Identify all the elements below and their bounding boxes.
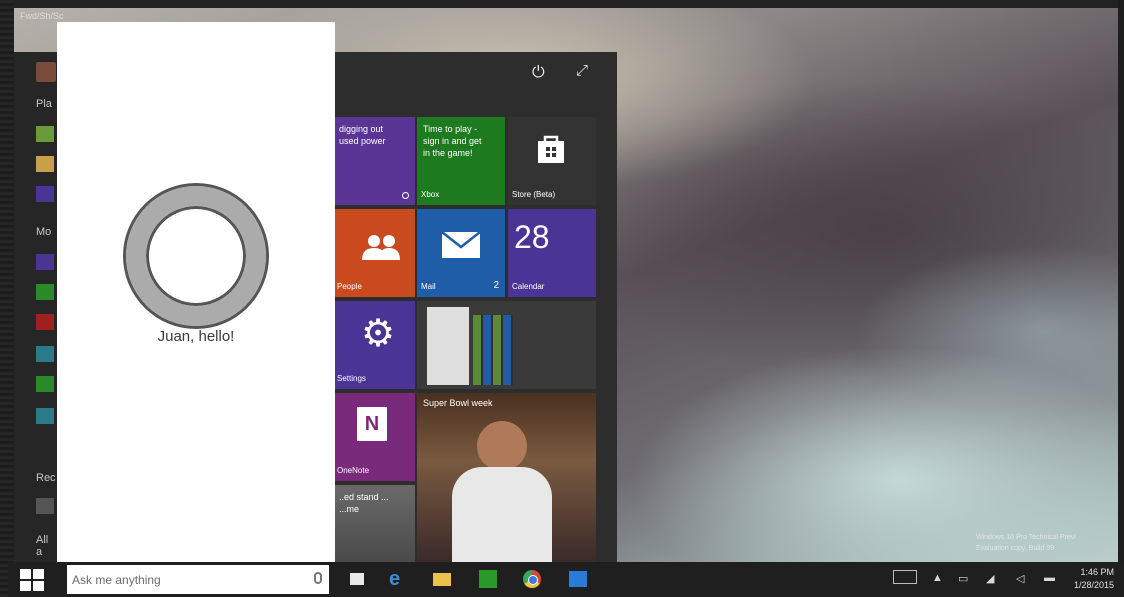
tile-settings-label: Settings [337, 374, 366, 383]
sidebar-item-app-4[interactable] [36, 346, 54, 362]
sidebar-item-app-6[interactable] [36, 408, 54, 424]
section-places-label: Pla [36, 98, 52, 110]
task-view-icon[interactable] [348, 569, 368, 589]
tile-onenote-label: OneNote [337, 466, 370, 475]
file-explorer-icon[interactable] [432, 569, 452, 589]
start-button[interactable] [20, 568, 46, 592]
tile-news[interactable]: digging out used power [333, 117, 415, 205]
chrome-icon[interactable] [522, 569, 542, 589]
photo-person-body [452, 467, 552, 562]
search-input[interactable]: Ask me anything [67, 565, 329, 594]
section-most-used-label: Mo [36, 226, 52, 238]
section-recent-label: Rec [36, 472, 56, 484]
watermark-line-2: Evaluation copy. Build 99 [976, 545, 1055, 552]
tile-xbox[interactable]: Time to play - sign in and get in the ga… [417, 117, 505, 205]
expand-icon[interactable]: ⤢ [576, 62, 588, 79]
power-icon[interactable]: ⏻ [532, 64, 545, 82]
tile-people-label: People [337, 282, 362, 291]
tile-xbox-text: Time to play - sign in and get in the ga… [423, 124, 482, 158]
battery-icon[interactable]: ▭ [958, 572, 968, 585]
taskbar: Ask me anything e ▲ ▭ ◢ ◁ ▬ 1:46 PM 1/28… [8, 562, 1124, 597]
cortana-icon [126, 186, 266, 326]
all-apps-link[interactable]: All a [36, 534, 57, 558]
tile-calendar[interactable]: 28 Calendar [508, 209, 596, 297]
action-center-icon[interactable]: ▬ [1044, 572, 1055, 584]
sidebar-item-app-5[interactable] [36, 376, 54, 392]
store-app-icon[interactable] [478, 569, 498, 589]
tile-settings[interactable]: ⚙ Settings [333, 301, 415, 389]
watermark-line-1: Windows 10 Pro Technical Previ [976, 534, 1076, 541]
onenote-icon: N [357, 407, 387, 441]
window-frame-left [0, 0, 14, 597]
clock[interactable]: 1:46 PM 1/28/2015 [1074, 566, 1114, 592]
mail-app-icon[interactable] [568, 569, 588, 589]
window-frame-top [0, 0, 1124, 8]
tile-store[interactable]: Store (Beta) [508, 117, 596, 205]
tile-desktop-preview[interactable] [417, 301, 596, 389]
network-icon[interactable]: ◢ [986, 572, 994, 585]
tile-superbowl-label: Super Bowl week [423, 398, 493, 408]
tile-photo[interactable]: ..ed stand ... ...me [333, 485, 415, 562]
windows-logo-icon [20, 569, 31, 579]
preview-tiles [473, 315, 513, 385]
ie-browser-icon[interactable]: e [389, 569, 409, 589]
sidebar-item-recent[interactable] [36, 498, 54, 514]
keyboard-icon[interactable] [893, 570, 917, 584]
tile-store-label: Store (Beta) [512, 190, 556, 199]
tile-superbowl[interactable]: Super Bowl week [417, 393, 596, 562]
people-icon [362, 235, 400, 260]
store-bag-icon [538, 135, 564, 163]
start-left-pane: Pla Mo Rec All a [14, 52, 57, 562]
microphone-icon[interactable] [314, 572, 322, 584]
search-placeholder: Ask me anything [72, 573, 161, 587]
tile-onenote[interactable]: N OneNote [333, 393, 415, 481]
show-hidden-icons-icon[interactable]: ▲ [932, 572, 943, 584]
tile-calendar-label: Calendar [512, 282, 545, 291]
preview-window [427, 307, 469, 385]
cortana-greeting: Juan, hello! [157, 328, 235, 345]
tile-mail-label: Mail [421, 282, 436, 291]
photo-person-head [477, 421, 527, 471]
sidebar-item-app-3[interactable] [36, 314, 54, 330]
tile-mail[interactable]: Mail 2 [417, 209, 505, 297]
sidebar-item-settings[interactable] [36, 186, 54, 202]
desktop-watermark: Windows 10 Pro Technical Previ Evaluatio… [976, 532, 1076, 554]
clock-time: 1:46 PM [1080, 567, 1114, 577]
avatar[interactable] [36, 62, 56, 82]
tile-calendar-day: 28 [514, 219, 550, 255]
tile-news-badge-icon [402, 192, 409, 199]
clock-date: 1/28/2015 [1073, 580, 1114, 590]
cortana-panel: Juan, hello! [57, 22, 335, 562]
sidebar-item-folder[interactable] [36, 156, 54, 172]
gear-icon: ⚙ [361, 313, 396, 355]
window-frame-right [1118, 0, 1124, 597]
sidebar-item-app-2[interactable] [36, 284, 54, 300]
tile-news-text: digging out used power [339, 124, 386, 146]
tile-xbox-label: Xbox [421, 190, 440, 199]
tile-mail-count: 2 [493, 280, 499, 291]
sidebar-item-explorer[interactable] [36, 126, 54, 142]
window-title: Fwd/Sh/Sc [20, 11, 64, 21]
tile-people[interactable]: People [333, 209, 415, 297]
sidebar-item-app-1[interactable] [36, 254, 54, 270]
mail-envelope-icon [441, 231, 481, 258]
volume-icon[interactable]: ◁ [1016, 572, 1024, 585]
tile-photo-text: ..ed stand ... ...me [339, 492, 389, 514]
